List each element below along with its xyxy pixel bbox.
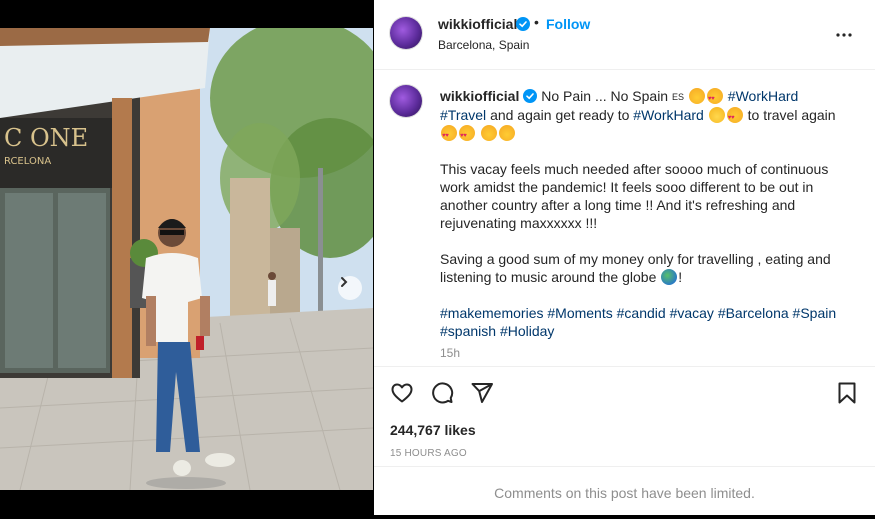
heart-eyes-emoji-icon	[459, 125, 475, 145]
verified-badge-icon	[516, 17, 530, 31]
hashtag-link[interactable]: #Moments	[547, 305, 612, 321]
next-slide-button[interactable]	[338, 276, 362, 300]
caption-username[interactable]: wikkiofficial	[440, 88, 519, 104]
caption-paragraph: This vacay feels much needed after soooo…	[440, 161, 829, 231]
separator-dot: •	[534, 14, 539, 30]
save-bookmark-icon[interactable]	[835, 381, 859, 405]
comments-limited-notice: Comments on this post have been limited.	[374, 466, 875, 515]
hashtag-link[interactable]: #Spain	[793, 305, 837, 321]
caption-punct: !	[678, 269, 683, 285]
svg-text:RCELONA: RCELONA	[4, 156, 51, 167]
hashtag-link[interactable]: #WorkHard	[633, 107, 704, 123]
hashtag-link[interactable]: #Holiday	[500, 323, 554, 339]
caption-text: wikkiofficial No Pain ... No Spain ES #W…	[440, 87, 840, 344]
star-struck-emoji-icon	[688, 88, 705, 104]
star-struck-emoji-icon	[498, 125, 515, 141]
caption-line: and again get ready to	[490, 107, 630, 123]
hashtag-link[interactable]: #vacay	[670, 305, 714, 321]
hashtag-link[interactable]: #spanish	[440, 323, 496, 339]
caption-timestamp: 15h	[440, 346, 461, 360]
star-struck-emoji-icon	[480, 125, 497, 141]
hashtag-list: #makememories #Moments #candid #vacay #B…	[440, 304, 840, 340]
post-actions: 244,767 likes 15 HOURS AGO	[374, 366, 875, 466]
heart-eyes-emoji-icon	[706, 88, 723, 108]
globe-emoji-icon	[661, 269, 678, 285]
heart-eyes-emoji-icon	[441, 125, 457, 145]
author-username[interactable]: wikkiofficial	[438, 16, 517, 32]
chevron-right-icon	[341, 277, 348, 287]
hashtag-link[interactable]: #WorkHard	[728, 88, 799, 104]
caption-paragraph: Saving a good sum of my money only for t…	[440, 251, 831, 285]
share-icon[interactable]	[470, 381, 494, 405]
caption-line: to travel again	[747, 107, 836, 123]
photo-illustration: C ONE RCELONA	[0, 28, 373, 490]
hashtag-link[interactable]: #candid	[617, 305, 666, 321]
hashtag-link[interactable]: #Barcelona	[718, 305, 789, 321]
hashtag-link[interactable]: #makememories	[440, 305, 543, 321]
verified-badge-icon	[523, 89, 538, 103]
heart-eyes-emoji-icon	[726, 107, 743, 127]
smiling-emoji-icon	[708, 107, 725, 123]
post-photo[interactable]: C ONE RCELONA	[0, 28, 373, 490]
like-count[interactable]: 244,767 likes	[390, 422, 476, 438]
caption-line: No Pain ... No Spain	[541, 88, 669, 104]
post-header: wikkiofficial • Follow Barcelona, Spain	[374, 0, 875, 70]
more-options-icon[interactable]	[835, 26, 853, 44]
like-heart-icon[interactable]	[390, 381, 414, 405]
avatar[interactable]	[390, 17, 422, 49]
avatar[interactable]	[390, 85, 422, 117]
caption-section: wikkiofficial No Pain ... No Spain ES #W…	[374, 71, 875, 366]
posted-time: 15 HOURS AGO	[390, 448, 467, 459]
svg-text:C ONE: C ONE	[4, 124, 88, 152]
post-media: C ONE RCELONA	[0, 0, 373, 515]
hashtag-link[interactable]: #Travel	[440, 107, 486, 123]
follow-button[interactable]: Follow	[546, 16, 590, 32]
comment-icon[interactable]	[430, 381, 454, 405]
post-side-panel: wikkiofficial • Follow Barcelona, Spain …	[374, 0, 875, 515]
post-location[interactable]: Barcelona, Spain	[438, 38, 529, 52]
flag-es: ES	[672, 92, 685, 102]
